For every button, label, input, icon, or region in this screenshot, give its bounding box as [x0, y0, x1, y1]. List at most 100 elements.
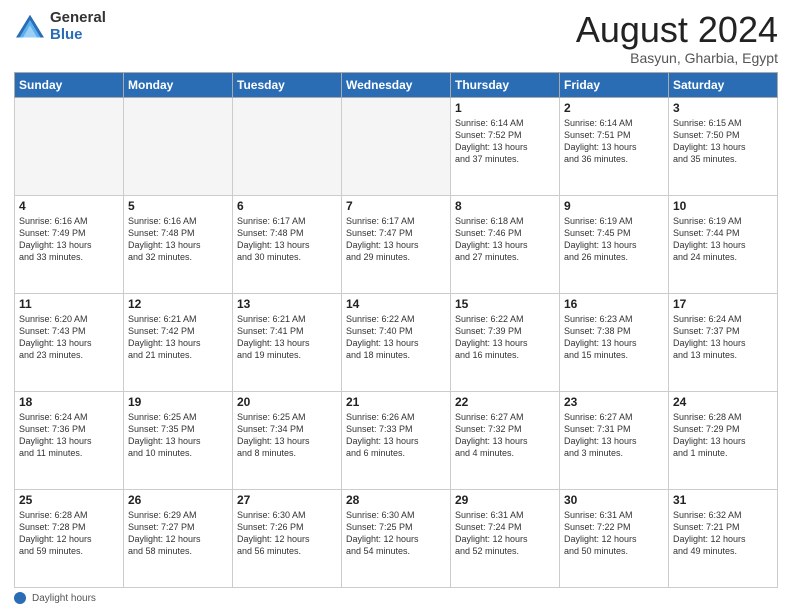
calendar-cell: 16 Sunrise: 6:23 AM Sunset: 7:38 PM Dayli…	[560, 293, 669, 391]
day-number: 12	[128, 297, 228, 311]
subtitle: Basyun, Gharbia, Egypt	[576, 50, 778, 66]
day-info: Sunrise: 6:32 AM Sunset: 7:21 PM Dayligh…	[673, 509, 773, 558]
calendar-cell	[342, 97, 451, 195]
day-number: 11	[19, 297, 119, 311]
day-number: 22	[455, 395, 555, 409]
day-number: 16	[564, 297, 664, 311]
day-number: 26	[128, 493, 228, 507]
calendar-cell: 15 Sunrise: 6:22 AM Sunset: 7:39 PM Dayli…	[451, 293, 560, 391]
day-number: 31	[673, 493, 773, 507]
calendar-cell: 25Sunrise: 6:28 AM Sunset: 7:28 PM Dayli…	[15, 489, 124, 587]
day-info: Sunrise: 6:16 AM Sunset: 7:48 PM Dayligh…	[128, 215, 228, 264]
page: General Blue August 2024 Basyun, Gharbia…	[0, 0, 792, 612]
calendar-cell: 14 Sunrise: 6:22 AM Sunset: 7:40 PM Dayli…	[342, 293, 451, 391]
calendar-cell: 8Sunrise: 6:18 AM Sunset: 7:46 PM Daylig…	[451, 195, 560, 293]
day-info: Sunrise: 6:22 AM Sunset: 7:40 PM Dayligh…	[346, 313, 446, 362]
day-info: Sunrise: 6:19 AM Sunset: 7:44 PM Dayligh…	[673, 215, 773, 264]
calendar-cell: 20 Sunrise: 6:25 AM Sunset: 7:34 PM Dayli…	[233, 391, 342, 489]
calendar-week-row: 11Sunrise: 6:20 AM Sunset: 7:43 PM Dayli…	[15, 293, 778, 391]
day-number: 7	[346, 199, 446, 213]
calendar-week-row: 25Sunrise: 6:28 AM Sunset: 7:28 PM Dayli…	[15, 489, 778, 587]
calendar-cell: 7 Sunrise: 6:17 AM Sunset: 7:47 PM Daylig…	[342, 195, 451, 293]
calendar-cell: 13Sunrise: 6:21 AM Sunset: 7:41 PM Dayli…	[233, 293, 342, 391]
calendar-header-tuesday: Tuesday	[233, 72, 342, 97]
day-info: Sunrise: 6:27 AM Sunset: 7:31 PM Dayligh…	[564, 411, 664, 460]
calendar-cell: 24 Sunrise: 6:28 AM Sunset: 7:29 PM Dayli…	[669, 391, 778, 489]
calendar-cell: 31 Sunrise: 6:32 AM Sunset: 7:21 PM Dayli…	[669, 489, 778, 587]
calendar-cell: 23 Sunrise: 6:27 AM Sunset: 7:31 PM Dayli…	[560, 391, 669, 489]
day-info: Sunrise: 6:21 AM Sunset: 7:42 PM Dayligh…	[128, 313, 228, 362]
logo-blue-text: Blue	[50, 27, 106, 44]
calendar-cell: 18Sunrise: 6:24 AM Sunset: 7:36 PM Dayli…	[15, 391, 124, 489]
day-number: 29	[455, 493, 555, 507]
day-info: Sunrise: 6:17 AM Sunset: 7:48 PM Dayligh…	[237, 215, 337, 264]
day-number: 30	[564, 493, 664, 507]
day-info: Sunrise: 6:28 AM Sunset: 7:29 PM Dayligh…	[673, 411, 773, 460]
day-info: Sunrise: 6:22 AM Sunset: 7:39 PM Dayligh…	[455, 313, 555, 362]
calendar-week-row: 1 Sunrise: 6:14 AM Sunset: 7:52 PM Daylig…	[15, 97, 778, 195]
day-info: Sunrise: 6:14 AM Sunset: 7:52 PM Dayligh…	[455, 117, 555, 166]
day-info: Sunrise: 6:30 AM Sunset: 7:25 PM Dayligh…	[346, 509, 446, 558]
calendar-header-wednesday: Wednesday	[342, 72, 451, 97]
calendar-cell: 5Sunrise: 6:16 AM Sunset: 7:48 PM Daylig…	[124, 195, 233, 293]
day-info: Sunrise: 6:19 AM Sunset: 7:45 PM Dayligh…	[564, 215, 664, 264]
day-number: 20	[237, 395, 337, 409]
day-number: 17	[673, 297, 773, 311]
day-info: Sunrise: 6:24 AM Sunset: 7:37 PM Dayligh…	[673, 313, 773, 362]
day-info: Sunrise: 6:25 AM Sunset: 7:35 PM Dayligh…	[128, 411, 228, 460]
day-number: 10	[673, 199, 773, 213]
day-number: 1	[455, 101, 555, 115]
day-number: 28	[346, 493, 446, 507]
day-number: 24	[673, 395, 773, 409]
calendar-cell: 26Sunrise: 6:29 AM Sunset: 7:27 PM Dayli…	[124, 489, 233, 587]
day-number: 4	[19, 199, 119, 213]
calendar-cell: 17 Sunrise: 6:24 AM Sunset: 7:37 PM Dayli…	[669, 293, 778, 391]
calendar-cell: 22Sunrise: 6:27 AM Sunset: 7:32 PM Dayli…	[451, 391, 560, 489]
day-number: 18	[19, 395, 119, 409]
day-info: Sunrise: 6:17 AM Sunset: 7:47 PM Dayligh…	[346, 215, 446, 264]
calendar-header-sunday: Sunday	[15, 72, 124, 97]
day-info: Sunrise: 6:31 AM Sunset: 7:24 PM Dayligh…	[455, 509, 555, 558]
logo-icon	[14, 13, 46, 41]
calendar-header-thursday: Thursday	[451, 72, 560, 97]
day-info: Sunrise: 6:16 AM Sunset: 7:49 PM Dayligh…	[19, 215, 119, 264]
calendar-cell: 10 Sunrise: 6:19 AM Sunset: 7:44 PM Dayli…	[669, 195, 778, 293]
calendar-cell	[124, 97, 233, 195]
calendar-cell: 1 Sunrise: 6:14 AM Sunset: 7:52 PM Daylig…	[451, 97, 560, 195]
calendar-cell: 19Sunrise: 6:25 AM Sunset: 7:35 PM Dayli…	[124, 391, 233, 489]
day-info: Sunrise: 6:14 AM Sunset: 7:51 PM Dayligh…	[564, 117, 664, 166]
calendar-week-row: 18Sunrise: 6:24 AM Sunset: 7:36 PM Dayli…	[15, 391, 778, 489]
calendar-cell: 3Sunrise: 6:15 AM Sunset: 7:50 PM Daylig…	[669, 97, 778, 195]
header: General Blue August 2024 Basyun, Gharbia…	[14, 10, 778, 66]
calendar-table: SundayMondayTuesdayWednesdayThursdayFrid…	[14, 72, 778, 588]
day-info: Sunrise: 6:15 AM Sunset: 7:50 PM Dayligh…	[673, 117, 773, 166]
day-info: Sunrise: 6:25 AM Sunset: 7:34 PM Dayligh…	[237, 411, 337, 460]
day-number: 8	[455, 199, 555, 213]
day-info: Sunrise: 6:23 AM Sunset: 7:38 PM Dayligh…	[564, 313, 664, 362]
day-info: Sunrise: 6:31 AM Sunset: 7:22 PM Dayligh…	[564, 509, 664, 558]
day-number: 14	[346, 297, 446, 311]
calendar-week-row: 4 Sunrise: 6:16 AM Sunset: 7:49 PM Daylig…	[15, 195, 778, 293]
calendar-cell: 29 Sunrise: 6:31 AM Sunset: 7:24 PM Dayli…	[451, 489, 560, 587]
main-title: August 2024	[576, 10, 778, 50]
day-info: Sunrise: 6:30 AM Sunset: 7:26 PM Dayligh…	[237, 509, 337, 558]
calendar-cell: 21Sunrise: 6:26 AM Sunset: 7:33 PM Dayli…	[342, 391, 451, 489]
calendar-cell: 28 Sunrise: 6:30 AM Sunset: 7:25 PM Dayli…	[342, 489, 451, 587]
calendar-header-monday: Monday	[124, 72, 233, 97]
day-number: 23	[564, 395, 664, 409]
day-number: 25	[19, 493, 119, 507]
calendar-cell: 11Sunrise: 6:20 AM Sunset: 7:43 PM Dayli…	[15, 293, 124, 391]
footer: Daylight hours	[14, 592, 778, 604]
daylight-hours-label: Daylight hours	[32, 593, 96, 604]
day-number: 2	[564, 101, 664, 115]
calendar-cell: 2 Sunrise: 6:14 AM Sunset: 7:51 PM Daylig…	[560, 97, 669, 195]
calendar-cell: 9 Sunrise: 6:19 AM Sunset: 7:45 PM Daylig…	[560, 195, 669, 293]
calendar-cell: 30 Sunrise: 6:31 AM Sunset: 7:22 PM Dayli…	[560, 489, 669, 587]
calendar-cell	[15, 97, 124, 195]
calendar-cell	[233, 97, 342, 195]
calendar-cell: 4 Sunrise: 6:16 AM Sunset: 7:49 PM Daylig…	[15, 195, 124, 293]
day-number: 21	[346, 395, 446, 409]
calendar-header-saturday: Saturday	[669, 72, 778, 97]
day-number: 9	[564, 199, 664, 213]
day-number: 15	[455, 297, 555, 311]
